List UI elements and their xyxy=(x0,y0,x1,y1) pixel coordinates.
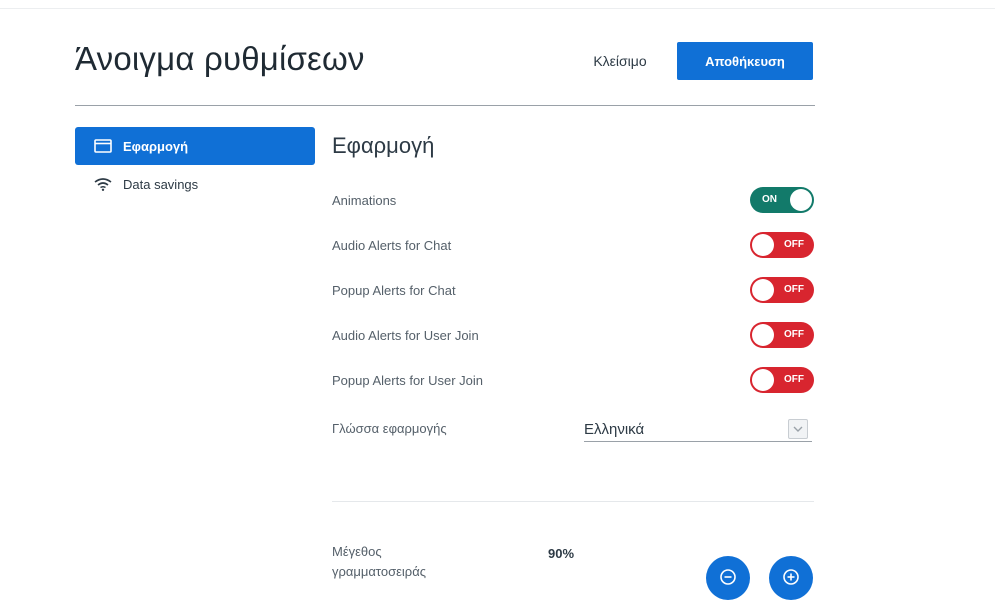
chevron-down-icon[interactable] xyxy=(788,419,808,439)
toggle-knob xyxy=(752,234,774,256)
setting-row-popup-alerts-chat: Popup Alerts for Chat OFF xyxy=(332,277,814,305)
setting-row-font-size: Μέγεθος γραμματοσειράς 90% xyxy=(332,542,814,600)
toggle-state: ON xyxy=(762,194,777,205)
toggle-knob xyxy=(752,369,774,391)
audio-alerts-chat-toggle[interactable]: OFF xyxy=(750,232,814,258)
increase-font-button[interactable] xyxy=(769,556,813,600)
language-select[interactable]: Ελληνικά xyxy=(584,415,812,442)
decrease-font-button[interactable] xyxy=(706,556,750,600)
toggle-knob xyxy=(752,324,774,346)
setting-row-audio-alerts-user-join: Audio Alerts for User Join OFF xyxy=(332,322,814,350)
setting-row-language: Γλώσσα εφαρμογής Ελληνικά xyxy=(332,415,814,443)
setting-label: Popup Alerts for Chat xyxy=(332,283,456,298)
setting-label: Animations xyxy=(332,193,397,208)
wifi-icon xyxy=(93,176,113,192)
top-divider xyxy=(0,8,995,9)
settings-sidebar: Εφαρμογή Data savings xyxy=(75,127,315,203)
toggle-state: OFF xyxy=(784,374,804,385)
settings-header: Άνοιγμα ρυθμίσεων Κλείσιμο Αποθήκευση xyxy=(75,38,815,104)
setting-label: Μέγεθος γραμματοσειράς xyxy=(332,544,426,579)
toggle-knob xyxy=(752,279,774,301)
toggle-state: OFF xyxy=(784,284,804,295)
page-title: Άνοιγμα ρυθμίσεων xyxy=(75,40,365,77)
close-button[interactable]: Κλείσιμο xyxy=(575,42,665,80)
setting-label: Popup Alerts for User Join xyxy=(332,373,484,388)
sidebar-item-application[interactable]: Εφαρμογή xyxy=(75,127,315,165)
window-icon xyxy=(93,138,113,154)
minus-circle-icon xyxy=(719,568,737,589)
setting-label: Audio Alerts for Chat xyxy=(332,238,452,253)
section-title: Εφαρμογή xyxy=(332,133,435,158)
setting-label: Γλώσσα εφαρμογής xyxy=(332,421,447,436)
toggle-state: OFF xyxy=(784,329,804,340)
sidebar-item-label: Εφαρμογή xyxy=(123,138,189,154)
setting-row-popup-alerts-user-join: Popup Alerts for User Join OFF xyxy=(332,367,814,395)
toggle-state: OFF xyxy=(784,239,804,250)
popup-alerts-user-join-toggle[interactable]: OFF xyxy=(750,367,814,393)
font-size-value: 90% xyxy=(548,546,575,561)
header-divider xyxy=(75,105,815,106)
toggle-knob xyxy=(790,189,812,211)
popup-alerts-chat-toggle[interactable]: OFF xyxy=(750,277,814,303)
setting-row-animations: Animations ON xyxy=(332,187,814,215)
setting-row-audio-alerts-chat: Audio Alerts for Chat OFF xyxy=(332,232,814,260)
save-button[interactable]: Αποθήκευση xyxy=(677,42,813,80)
setting-label: Audio Alerts for User Join xyxy=(332,328,479,343)
plus-circle-icon xyxy=(782,568,800,589)
sidebar-item-data-savings[interactable]: Data savings xyxy=(75,165,315,203)
animations-toggle[interactable]: ON xyxy=(750,187,814,213)
audio-alerts-user-join-toggle[interactable]: OFF xyxy=(750,322,814,348)
section-divider xyxy=(332,501,814,502)
language-select-value: Ελληνικά xyxy=(584,421,645,438)
sidebar-item-label: Data savings xyxy=(123,176,199,192)
